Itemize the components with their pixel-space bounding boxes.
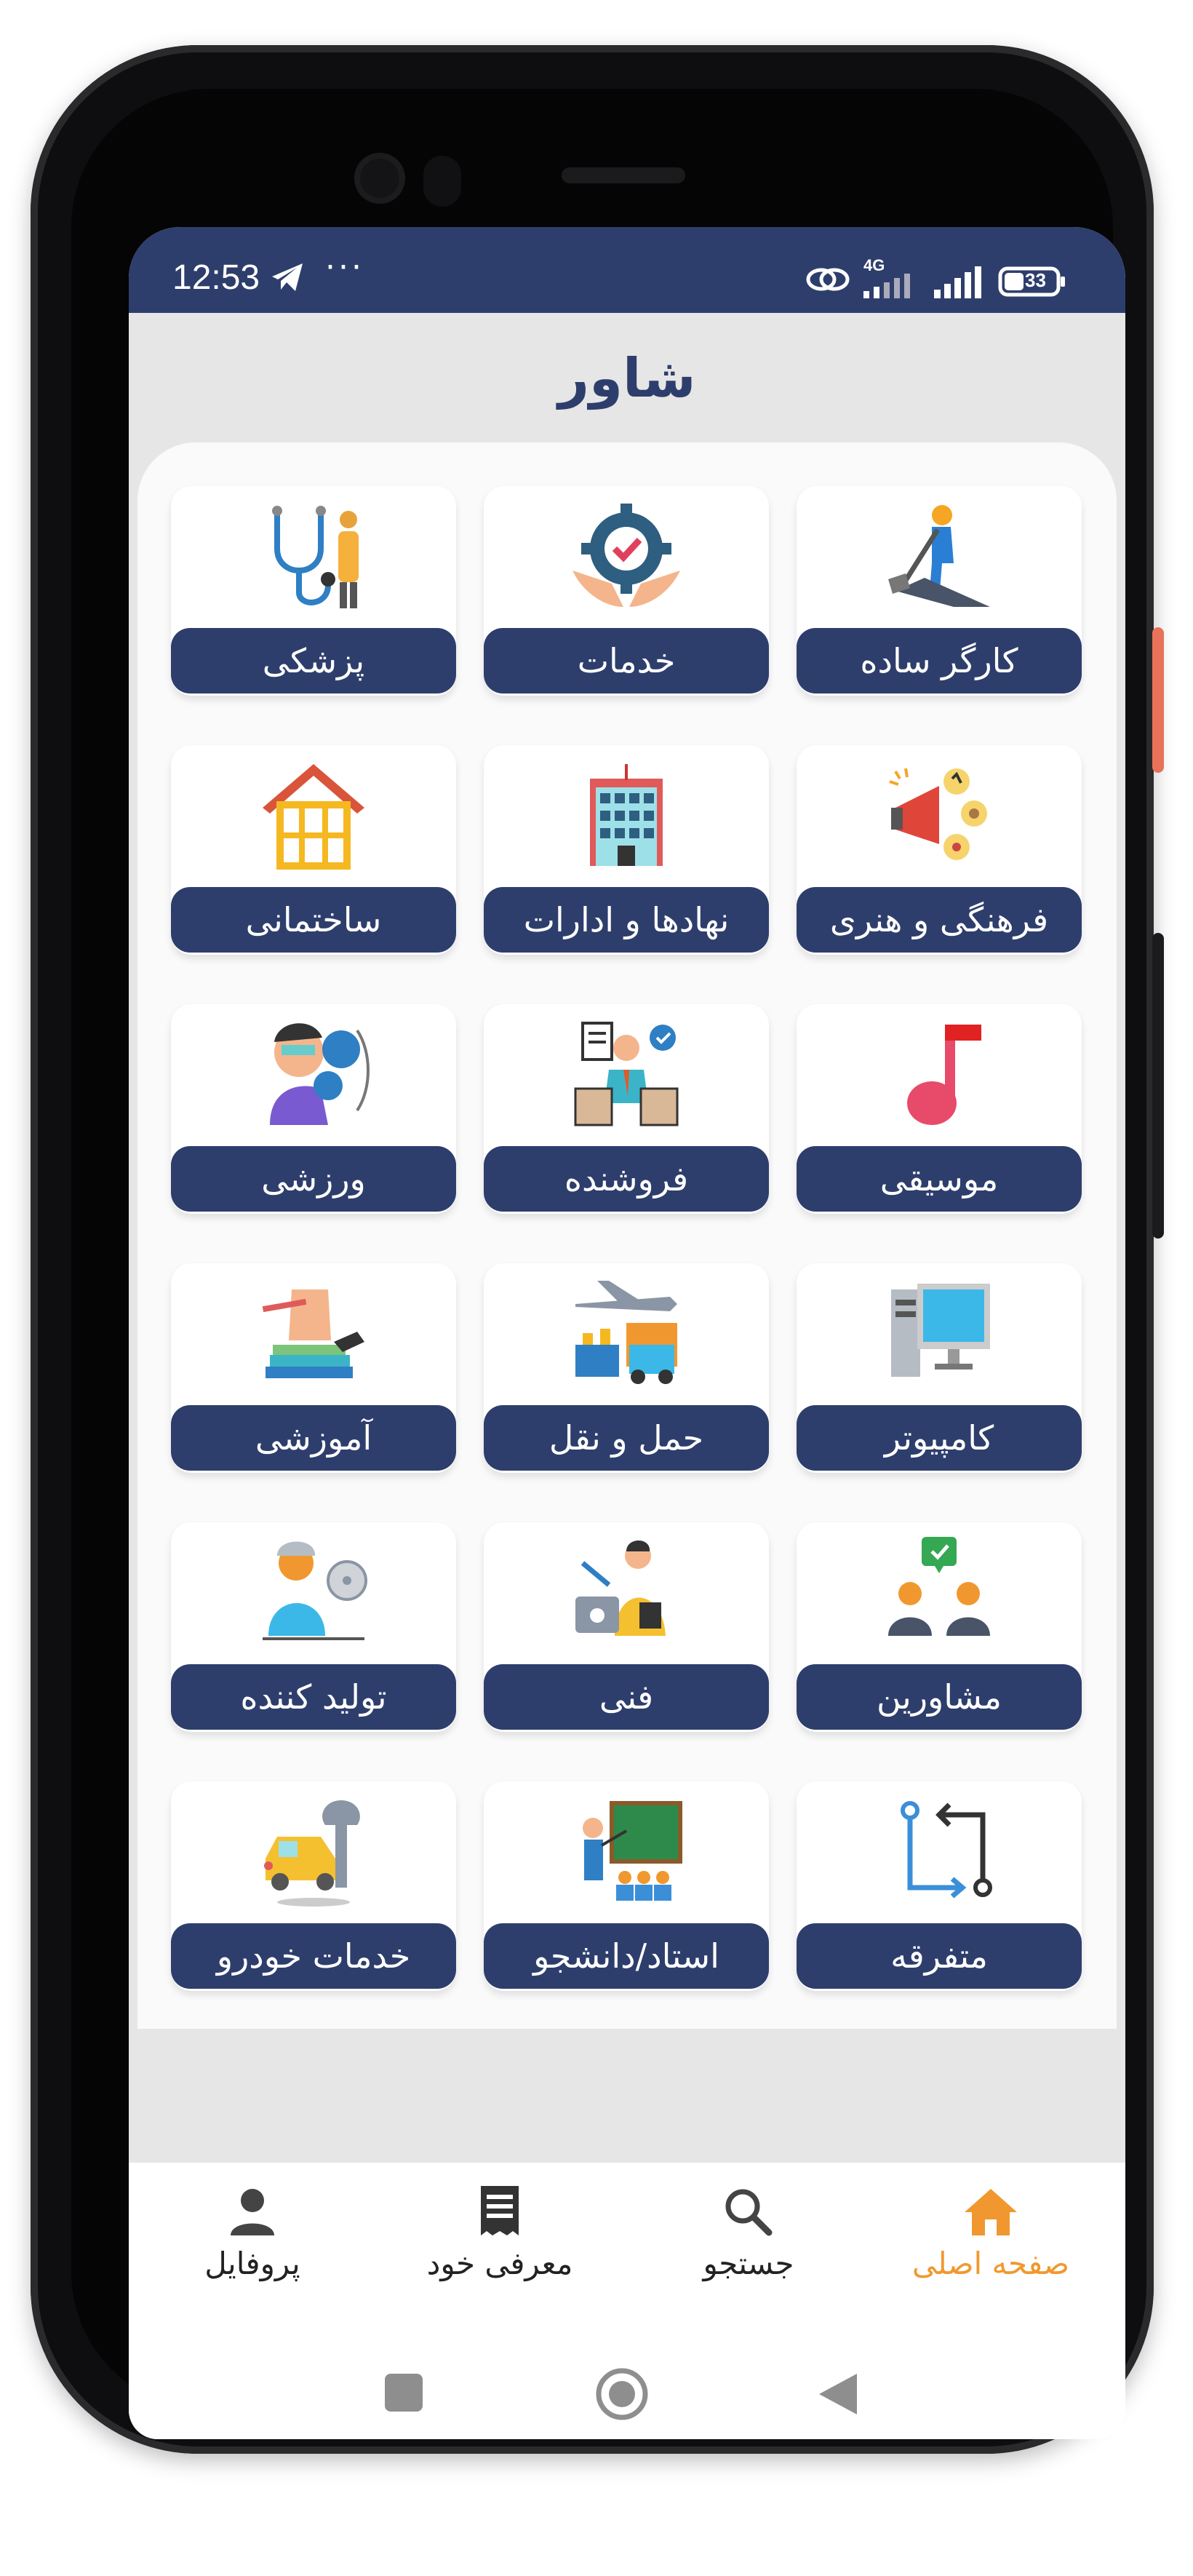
worker-shovel-icon	[888, 505, 990, 607]
category-label: خدمات	[484, 628, 769, 693]
more-dots-icon: ···	[325, 249, 364, 286]
nav-introduce-label: معرفی خود	[426, 2246, 573, 2281]
earpiece-speaker	[562, 167, 685, 183]
category-card[interactable]: استاد/دانشجو	[484, 1781, 769, 1991]
app-screen: 12:53 ··· 4G 33 شاور کارگر ساده خدمات پز…	[129, 227, 1125, 2439]
category-label: فرهنگی و هنری	[797, 887, 1082, 953]
category-card[interactable]: فرهنگی و هنری	[797, 745, 1082, 955]
category-label: موسیقی	[797, 1146, 1082, 1212]
status-time: 12:53	[172, 258, 260, 297]
car-wrench-icon	[264, 1800, 360, 1907]
category-label: ورزشی	[171, 1146, 456, 1212]
transport-plane-truck-icon	[575, 1281, 677, 1384]
status-bar: 12:53 ··· 4G 33	[129, 227, 1125, 313]
category-card[interactable]: ورزشی	[171, 1004, 456, 1214]
category-label: کارگر ساده	[797, 628, 1082, 693]
salesperson-icon	[574, 1022, 679, 1126]
front-camera	[354, 153, 405, 204]
category-card[interactable]: خدمات خودرو	[171, 1781, 456, 1991]
misc-arrows-icon	[901, 1801, 992, 1899]
music-note-icon	[907, 1025, 981, 1125]
nav-search-label: جستجو	[703, 2246, 794, 2281]
teacher-board-icon	[583, 1801, 682, 1901]
bottom-navigation: صفحه اصلی جستجو معرفی خود پروفایل	[129, 2163, 1125, 2345]
office-building-icon	[590, 764, 663, 866]
category-card[interactable]: نهادها و ادارات	[484, 745, 769, 955]
megaphone-arts-icon	[889, 768, 987, 860]
link-icon	[806, 268, 850, 291]
nav-search[interactable]: جستجو	[639, 2185, 858, 2330]
desktop-computer-icon	[891, 1284, 990, 1377]
battery-level: 33	[1025, 269, 1046, 291]
category-label: حمل و نقل	[484, 1405, 769, 1471]
nav-profile[interactable]: پروفایل	[143, 2185, 362, 2330]
category-label: ساختمانی	[171, 887, 456, 953]
gear-hands-check-icon	[572, 504, 680, 607]
category-card[interactable]: حمل و نقل	[484, 1263, 769, 1473]
side-button-orange	[1152, 627, 1164, 773]
category-label: فنی	[484, 1664, 769, 1730]
category-label: کامپیوتر	[797, 1405, 1082, 1471]
phone-frame: 12:53 ··· 4G 33 شاور کارگر ساده خدمات پز…	[31, 45, 1164, 2454]
category-card[interactable]: فنی	[484, 1522, 769, 1732]
category-label: فروشنده	[484, 1146, 769, 1212]
category-card[interactable]: موسیقی	[797, 1004, 1082, 1214]
signal-bars-icon	[934, 266, 981, 298]
signal-4g-icon	[863, 274, 910, 298]
search-icon	[725, 2189, 773, 2236]
person-icon	[231, 2189, 274, 2235]
system-navigation-bar	[129, 2345, 1125, 2439]
technician-toolbox-icon	[575, 1541, 666, 1636]
category-card[interactable]: خدمات	[484, 486, 769, 696]
boxer-icon	[270, 1023, 370, 1125]
producer-film-icon	[263, 1541, 367, 1640]
category-card[interactable]: متفرقه	[797, 1781, 1082, 1991]
category-label: آموزشی	[171, 1405, 456, 1471]
nav-home-label: صفحه اصلی	[911, 2246, 1070, 2281]
category-card[interactable]: کامپیوتر	[797, 1263, 1082, 1473]
app-title: شاور	[558, 347, 696, 410]
category-card[interactable]: ساختمانی	[171, 745, 456, 955]
category-card[interactable]: پزشکی	[171, 486, 456, 696]
education-books-icon	[262, 1289, 364, 1378]
category-label: پزشکی	[171, 628, 456, 693]
home-icon	[965, 2189, 1017, 2235]
nav-introduce[interactable]: معرفی خود	[391, 2185, 609, 2330]
category-label: تولید کننده	[171, 1664, 456, 1730]
house-icon	[263, 764, 364, 870]
category-label: نهادها و ادارات	[484, 887, 769, 953]
category-card[interactable]: تولید کننده	[171, 1522, 456, 1732]
category-card[interactable]: فروشنده	[484, 1004, 769, 1214]
telegram-icon	[272, 263, 303, 291]
category-card[interactable]: آموزشی	[171, 1263, 456, 1473]
document-icon	[481, 2186, 519, 2235]
consultants-icon	[888, 1537, 990, 1636]
side-button-power	[1152, 933, 1164, 1239]
back-button[interactable]	[816, 2371, 860, 2417]
category-card[interactable]: کارگر ساده	[797, 486, 1082, 696]
category-label: مشاورین	[797, 1664, 1082, 1730]
nav-profile-label: پروفایل	[204, 2246, 300, 2281]
doctor-stethoscope-icon	[272, 506, 359, 608]
category-label: استاد/دانشجو	[484, 1923, 769, 1989]
recent-apps-button[interactable]	[383, 2372, 424, 2413]
nav-home[interactable]: صفحه اصلی	[882, 2185, 1100, 2330]
category-card[interactable]: مشاورین	[797, 1522, 1082, 1732]
home-button[interactable]	[594, 2366, 650, 2422]
proximity-sensor	[423, 156, 461, 207]
category-label: متفرقه	[797, 1923, 1082, 1989]
category-label: خدمات خودرو	[171, 1923, 456, 1989]
